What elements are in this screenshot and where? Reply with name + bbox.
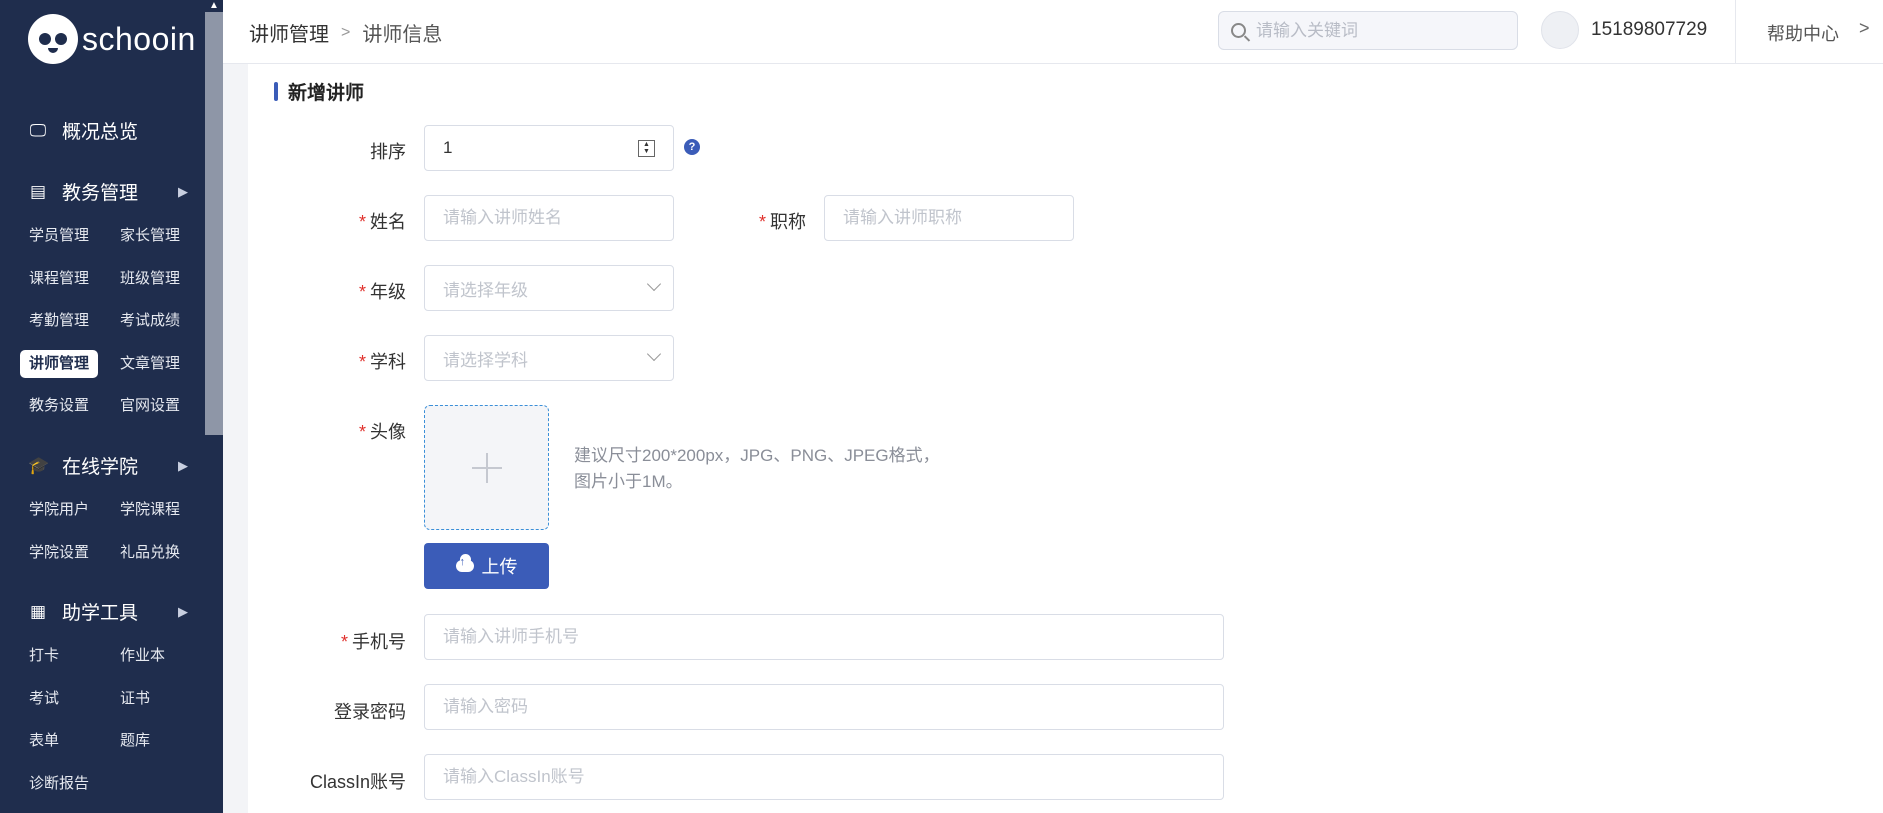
sidebar-item-exam-scores[interactable]: 考试成绩 [111, 307, 189, 335]
mobile-input[interactable] [443, 627, 1223, 647]
subject-placeholder: 请选择学科 [443, 350, 528, 370]
sidebar-item-teachers[interactable]: 讲师管理 [20, 350, 99, 378]
password-label: 登录密码 [334, 702, 406, 722]
sidebar: schooin 🖵 概况总览 ▤ 教务管理 ▶ 学员管理 家长管理 课程管理 班… [0, 0, 205, 813]
sidebar-item-academic-settings[interactable]: 教务设置 [20, 392, 98, 420]
nav-study-tools[interactable]: ▦ 助学工具 ▶ [28, 598, 188, 625]
grade-placeholder: 请选择年级 [443, 280, 528, 300]
sort-stepper[interactable]: ▲▼ [424, 125, 674, 171]
sidebar-item-certificates[interactable]: 证书 [111, 685, 159, 713]
sidebar-item-students[interactable]: 学员管理 [20, 222, 98, 250]
breadcrumb-item-teachers[interactable]: 讲师管理 [249, 18, 329, 47]
sidebar-item-academy-courses[interactable]: 学院课程 [111, 496, 189, 524]
nav-online-academy[interactable]: 🎓 在线学院 ▶ [28, 452, 188, 479]
mobile-field[interactable] [424, 614, 1224, 660]
sidebar-item-question-bank[interactable]: 题库 [111, 727, 159, 755]
avatar-upload-area[interactable] [424, 405, 549, 530]
monkey-logo-icon [28, 14, 78, 64]
title-accent-bar [274, 82, 278, 101]
sidebar-item-articles[interactable]: 文章管理 [111, 350, 189, 378]
search-icon [1231, 23, 1246, 38]
sidebar-item-attendance[interactable]: 考勤管理 [20, 307, 98, 335]
nav-academic-label: 教务管理 [62, 183, 139, 204]
graduation-cap-icon: 🎓 [28, 455, 50, 475]
upload-button-label: 上传 [481, 557, 518, 577]
search-input[interactable] [1256, 20, 1496, 41]
chevron-down-icon [646, 276, 662, 292]
avatar-label: * 头像 [358, 422, 406, 442]
sidebar-item-website-settings[interactable]: 官网设置 [111, 392, 189, 420]
grade-label: * 年级 [358, 282, 406, 302]
subject-label: * 学科 [358, 352, 406, 372]
classin-label: ClassIn账号 [309, 772, 406, 792]
chevron-right-icon: > [341, 23, 351, 41]
sidebar-item-classes[interactable]: 班级管理 [111, 265, 189, 293]
form-section-title: 新增讲师 [274, 78, 364, 105]
sort-label: 排序 [370, 142, 406, 162]
search-box[interactable] [1218, 11, 1518, 50]
help-center-link[interactable]: 帮助中心 [1767, 20, 1839, 46]
chevron-down-icon [646, 346, 662, 362]
mobile-label: * 手机号 [340, 632, 406, 652]
chevron-right-icon[interactable]: > [1859, 18, 1870, 39]
nav-overview-label: 概况总览 [62, 122, 139, 143]
help-question-icon[interactable]: ? [684, 139, 700, 155]
monitor-icon: 🖵 [29, 120, 47, 140]
upload-button[interactable]: 上传 [424, 543, 549, 589]
top-header: 讲师管理 > 讲师信息 15189807729 帮助中心 > [223, 0, 1883, 64]
book-icon: ▤ [29, 181, 47, 201]
sidebar-item-parents[interactable]: 家长管理 [111, 222, 189, 250]
sidebar-item-diagnostic-report[interactable]: 诊断报告 [20, 770, 98, 798]
cloud-upload-icon [455, 554, 474, 572]
breadcrumb-item-current: 讲师信息 [362, 24, 443, 46]
brand-name: schooin [82, 20, 196, 57]
sidebar-item-gift-exchange[interactable]: 礼品兑换 [111, 539, 189, 567]
sidebar-item-forms[interactable]: 表单 [20, 727, 68, 755]
form-title: 新增讲师 [288, 83, 365, 104]
sidebar-item-exams[interactable]: 考试 [20, 685, 68, 713]
sidebar-item-courses[interactable]: 课程管理 [20, 265, 98, 293]
brand-logo[interactable]: schooin [28, 14, 196, 64]
password-input[interactable] [443, 697, 1223, 717]
caret-right-icon: ▶ [178, 457, 188, 473]
breadcrumb: 讲师管理 > 讲师信息 [249, 18, 442, 47]
header-divider [1735, 0, 1736, 64]
user-phone[interactable]: 15189807729 [1591, 19, 1707, 41]
sidebar-item-checkin[interactable]: 打卡 [20, 642, 68, 670]
classin-field[interactable] [424, 754, 1224, 800]
job-title-label: * 职称 [758, 212, 806, 232]
name-label: * 姓名 [358, 212, 406, 232]
caret-right-icon: ▶ [178, 183, 188, 199]
grid-icon: ▦ [29, 601, 47, 621]
stepper-arrows-icon[interactable]: ▲ ▼ [638, 140, 655, 157]
password-field[interactable] [424, 684, 1224, 730]
nav-academic[interactable]: ▤ 教务管理 ▶ [28, 178, 188, 205]
nav-online-academy-label: 在线学院 [62, 457, 139, 478]
classin-input[interactable] [443, 767, 1223, 787]
avatar-hint: 建议尺寸200*200px，JPG、PNG、JPEG格式， 图片小于1M。 [574, 446, 940, 491]
scroll-up-arrow-icon[interactable]: ▲ [209, 0, 219, 11]
avatar[interactable] [1541, 11, 1579, 49]
sidebar-item-homework[interactable]: 作业本 [111, 642, 174, 670]
grade-select[interactable]: 请选择年级 [424, 265, 674, 311]
nav-overview[interactable]: 🖵 概况总览 [28, 117, 188, 144]
caret-right-icon: ▶ [178, 603, 188, 619]
job-title-field[interactable] [824, 195, 1074, 241]
sidebar-item-academy-users[interactable]: 学院用户 [20, 496, 98, 524]
job-title-input[interactable] [843, 208, 1073, 228]
sidebar-item-academy-settings[interactable]: 学院设置 [20, 539, 98, 567]
nav-study-tools-label: 助学工具 [62, 603, 139, 624]
subject-select[interactable]: 请选择学科 [424, 335, 674, 381]
